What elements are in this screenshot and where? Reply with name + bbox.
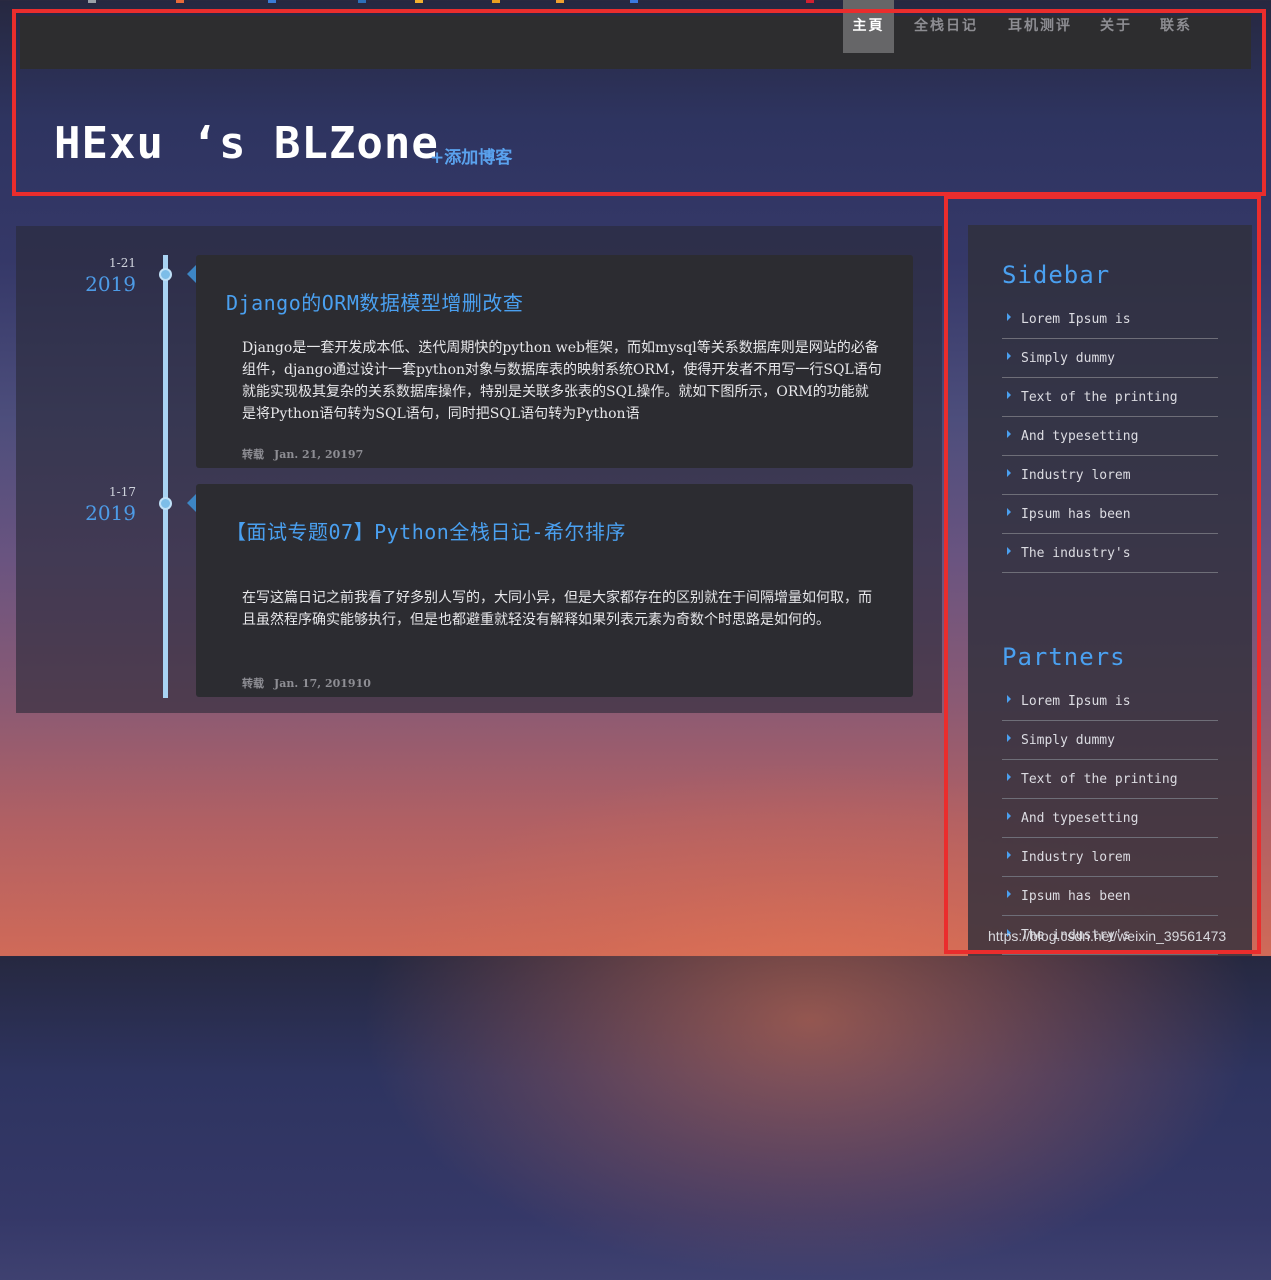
caret-right-icon	[1007, 890, 1011, 898]
bookmark-icon[interactable]	[492, 0, 500, 3]
bookmark-icon[interactable]	[176, 0, 184, 3]
partner-link-label: And typesetting	[1021, 811, 1139, 826]
partner-link[interactable]: Industry lorem	[1002, 838, 1218, 877]
sidebar-link[interactable]: Text of the printing	[1002, 378, 1218, 417]
sidebar-link-label: Industry lorem	[1021, 468, 1131, 483]
sidebar-link-label: Text of the printing	[1021, 390, 1178, 405]
bookmark-icon[interactable]	[630, 0, 638, 3]
partner-link[interactable]: And typesetting	[1002, 799, 1218, 838]
post-tag[interactable]: 转载	[242, 448, 264, 461]
nav-item-fullstack-diary[interactable]: 全栈日记	[904, 0, 988, 53]
post-meta: 转载 Jan. 21, 20197	[242, 446, 363, 462]
caret-right-icon	[1007, 352, 1011, 360]
bookmark-icon[interactable]	[358, 0, 366, 3]
sidebar-link[interactable]: Lorem Ipsum is	[1002, 300, 1218, 339]
sidebar-link[interactable]: Simply dummy	[1002, 339, 1218, 378]
bookmark-icon[interactable]	[556, 0, 564, 3]
sidebar-link[interactable]: Ipsum has been	[1002, 495, 1218, 534]
partners-list: Lorem Ipsum is Simply dummy Text of the …	[1002, 682, 1218, 955]
add-blog-link[interactable]: +添加博客	[430, 143, 512, 168]
post-meta: 转载 Jan. 17, 201910	[242, 675, 371, 691]
post-excerpt: 在写这篇日记之前我看了好多别人写的，大同小异，但是大家都存在的区别就在于间隔增量…	[242, 590, 872, 628]
post-card: 【面试专题07】Python全栈日记-希尔排序 在写这篇日记之前我看了好多别人写…	[196, 484, 913, 697]
bookmark-icon[interactable]	[268, 0, 276, 3]
sidebar-link-label: And typesetting	[1021, 429, 1139, 444]
caret-right-icon	[1007, 391, 1011, 399]
sidebar-link[interactable]: The industry's	[1002, 534, 1218, 573]
bookmark-icon[interactable]	[806, 0, 814, 3]
post-tag[interactable]: 转载	[242, 677, 264, 690]
csdn-watermark: https://blog.csdn.net/weixin_39561473	[988, 928, 1227, 944]
partner-link-label: Industry lorem	[1021, 850, 1131, 865]
post-date-year: 2019	[85, 501, 136, 525]
card-pointer-icon	[187, 494, 196, 512]
caret-right-icon	[1007, 695, 1011, 703]
sidebar-list: Lorem Ipsum is Simply dummy Text of the …	[1002, 300, 1218, 573]
site-title[interactable]: HExu ‘s BLZone	[54, 118, 439, 169]
caret-right-icon	[1007, 430, 1011, 438]
caret-right-icon	[1007, 508, 1011, 516]
nav-item-headphone-reviews[interactable]: 耳机测评	[998, 0, 1082, 53]
bookmark-icon[interactable]	[415, 0, 423, 3]
partner-link[interactable]: Lorem Ipsum is	[1002, 682, 1218, 721]
partners-heading: Partners	[1002, 643, 1126, 671]
timeline-line	[163, 255, 168, 698]
post-excerpt: Django是一套开发成本低、迭代周期快的python web框架，而如mysq…	[242, 340, 882, 422]
post-date-year: 2019	[85, 272, 136, 296]
nav-item-home[interactable]: 主頁	[843, 0, 894, 53]
card-pointer-icon	[187, 265, 196, 283]
partner-link[interactable]: Text of the printing	[1002, 760, 1218, 799]
sidebar-link-label: Simply dummy	[1021, 351, 1115, 366]
caret-right-icon	[1007, 313, 1011, 321]
sidebar-link-label: The industry's	[1021, 546, 1131, 561]
caret-right-icon	[1007, 812, 1011, 820]
nav-item-about[interactable]: 关于	[1092, 0, 1140, 53]
post-date-day: 1-21	[109, 256, 136, 270]
sidebar-link[interactable]: Industry lorem	[1002, 456, 1218, 495]
partner-link[interactable]: Simply dummy	[1002, 721, 1218, 760]
partner-link-label: Ipsum has been	[1021, 889, 1131, 904]
post-date-day: 1-17	[109, 485, 136, 499]
timeline-dot-icon	[159, 268, 172, 281]
caret-right-icon	[1007, 773, 1011, 781]
timeline-dot-icon	[159, 497, 172, 510]
partner-link-label: Text of the printing	[1021, 772, 1178, 787]
partner-link-label: Lorem Ipsum is	[1021, 694, 1131, 709]
post-title-link[interactable]: Django的ORM数据模型增删改查	[226, 287, 523, 316]
sidebar-link-label: Ipsum has been	[1021, 507, 1131, 522]
post-title-link[interactable]: 【面试专题07】Python全栈日记-希尔排序	[226, 516, 626, 545]
post-date-meta: Jan. 21, 20197	[274, 448, 364, 461]
post-date-meta: Jan. 17, 201910	[274, 677, 371, 690]
sidebar-link[interactable]: And typesetting	[1002, 417, 1218, 456]
bookmark-icon[interactable]	[88, 0, 96, 3]
nav-item-contact[interactable]: 联系	[1150, 0, 1202, 53]
sidebar-heading: Sidebar	[1002, 261, 1111, 289]
caret-right-icon	[1007, 851, 1011, 859]
caret-right-icon	[1007, 469, 1011, 477]
caret-right-icon	[1007, 547, 1011, 555]
partner-link-label: Simply dummy	[1021, 733, 1115, 748]
post-card: Django的ORM数据模型增删改查 Django是一套开发成本低、迭代周期快的…	[196, 255, 913, 468]
sidebar-link-label: Lorem Ipsum is	[1021, 312, 1131, 327]
partner-link[interactable]: Ipsum has been	[1002, 877, 1218, 916]
caret-right-icon	[1007, 734, 1011, 742]
